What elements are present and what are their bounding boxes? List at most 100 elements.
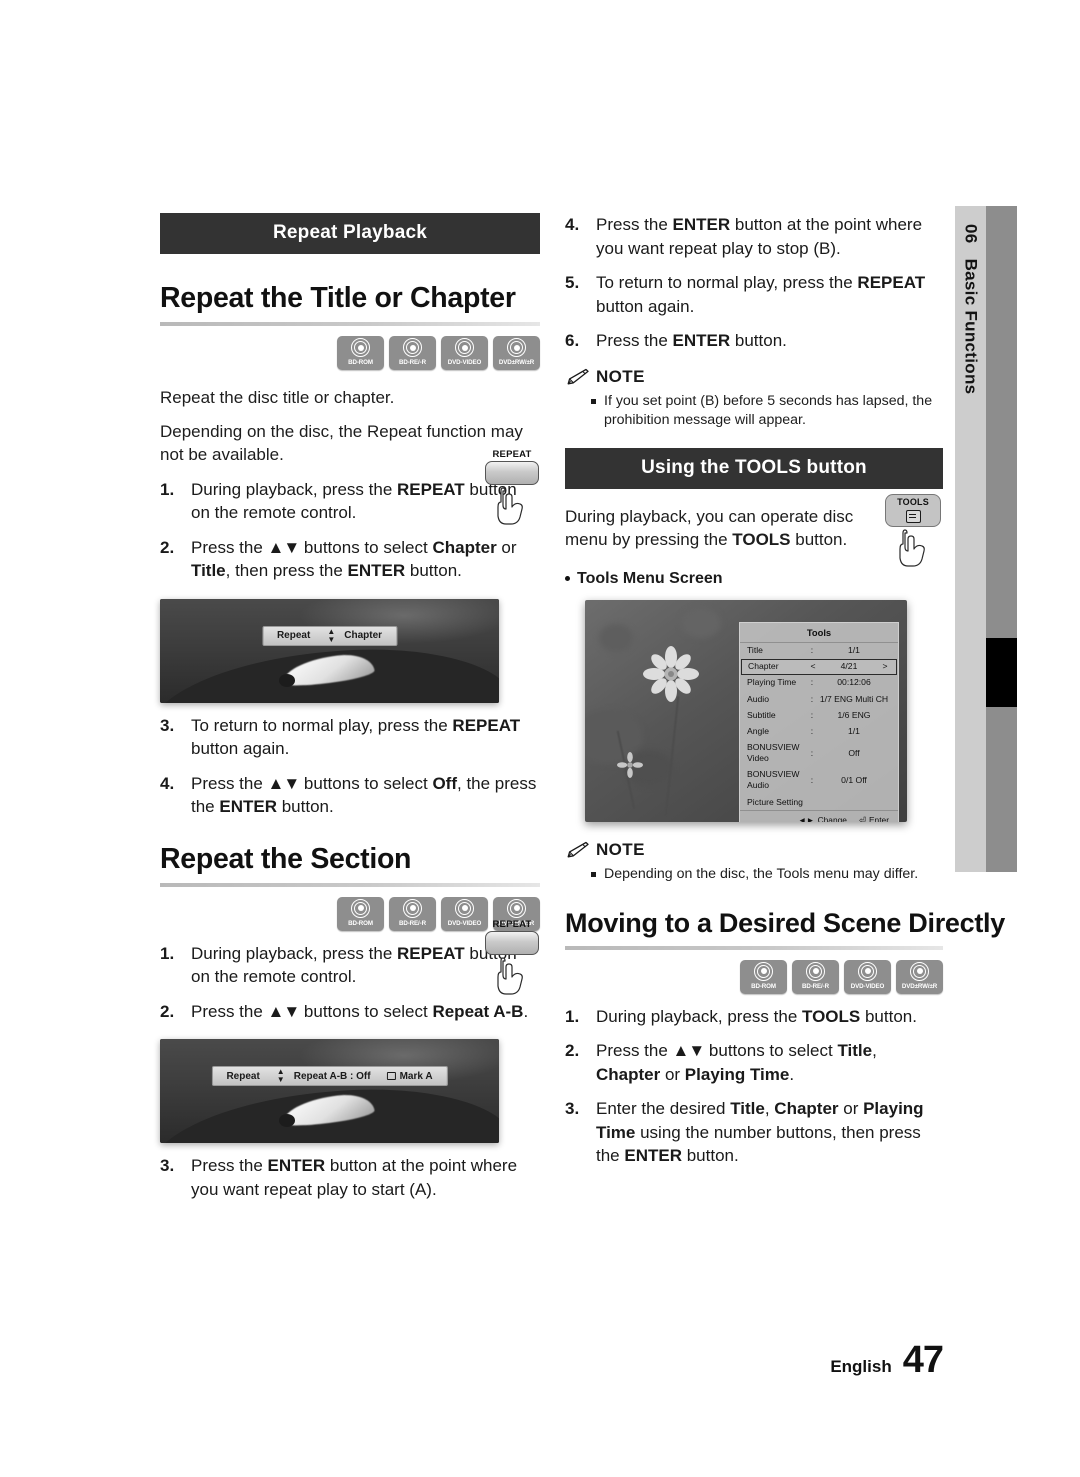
tools-menu-screen-label-row: Tools Menu Screen [565,570,943,588]
plain-text: buttons to select [299,537,433,557]
emphasis-text: ENTER [624,1146,682,1165]
numbered-step: 1. During playback, press the TOOLS butto… [565,1005,943,1029]
tools-menu-row-value: Off [848,747,860,758]
emphasis-text: ENTER [267,1156,326,1175]
tools-menu-row[interactable]: Picture Setting [740,794,898,810]
disc-format-label: BD-RE/-R [398,359,427,366]
emphasis-text: Title [191,561,226,580]
side-tab-dark-band [986,206,1017,872]
numbered-step: 3. Enter the desired Title, Chapter or Pl… [565,1097,943,1168]
disc-format-label: BD-RE/-R [398,919,427,927]
emphasis-text: TOOLS [732,530,791,549]
tools-menu-row-key: Angle [747,726,769,737]
tools-menu-row[interactable]: Title: 1/1 [740,643,898,659]
tools-menu-row-value: 1/1 [848,645,860,656]
numbered-step: 3. To return to normal play, press the RE… [160,714,540,761]
tools-menu-row-separator: : [810,774,814,785]
tools-menu-row-key: Playing Time [747,677,797,688]
tools-menu-row-next-arrow[interactable]: > [880,661,890,672]
tools-menu-row-key: BONUSVIEW Video [747,742,800,764]
plain-text: . [789,1064,795,1084]
emphasis-text: REPEAT [857,273,926,292]
disc-format-icon: BD-ROM [337,896,384,931]
disc-glyph-icon [754,961,773,981]
tools-menu-row-key: Audio [747,693,769,704]
emphasis-text: Title [730,1099,765,1118]
numbered-step: 3. Press the ENTER button at the point wh… [160,1154,540,1201]
tools-intro-paragraph: During playback, you can operate disc me… [565,505,855,552]
footer-page-number: 47 [902,1339,944,1381]
disc-format-icon: BD-ROM [740,959,787,994]
emphasis-text: ENTER [219,797,277,816]
emphasis-text: Title [837,1041,873,1060]
step-text: Press the ▲▼ buttons to select Chapter o… [191,536,540,583]
disc-format-icon: BD-RE/-R [389,336,436,370]
plain-text: button. [681,1146,739,1165]
plain-text: , then press the [225,561,348,580]
tools-menu-row-separator: : [810,677,814,688]
numbered-step: 2. Press the ▲▼ buttons to select Repeat … [160,1000,540,1024]
pencil-icon-2 [567,841,589,858]
tools-menu-row-key: Chapter [748,661,779,672]
plain-text: ▲▼ [267,773,301,793]
tools-menu-row-separator: : [810,747,814,758]
step-number: 4. [160,773,175,793]
step-number: 1. [565,1006,580,1026]
plain-text: ▲▼ [267,537,301,557]
emphasis-text: ENTER [672,215,731,234]
tools-menu-enter-hint: ⏎ Enter [859,815,889,822]
plain-text: button. [860,1006,917,1026]
plain-text: Press the [191,537,268,557]
enter-key-icon [386,1072,396,1080]
heading-rule-3 [565,945,943,950]
numbered-step: 2. Press the ▲▼ buttons to select Chapter… [160,536,540,583]
pointing-hand-icon-2 [497,957,523,995]
plain-text: button. [730,331,787,350]
disc-format-label: DVD±RW/±R [498,359,535,366]
screen-capture-repeat-ab: Repeat ▲ ▼ Repeat A-B : Off Mark A [160,1039,540,1143]
tools-menu-row[interactable]: BONUSVIEW Video: Off [740,740,898,767]
tools-menu-row[interactable]: Audio:1/7 ENG Multi CH [740,691,898,707]
disc-format-icon: DVD-VIDEO [844,959,891,994]
steps-group-bottom: 1. During playback, press the TOOLS butto… [565,1005,943,1168]
bullet-dot-icon [565,576,570,581]
tools-menu-row-separator: : [810,709,814,720]
osd-label-1: Repeat [276,630,311,641]
plain-text: Press the [191,1156,268,1175]
osd-value-2: Repeat A-B : Off [293,1070,371,1082]
tools-menu-row-key: BONUSVIEW Audio [747,769,800,791]
emphasis-text: Repeat A-B [432,1001,524,1021]
tools-menu-row[interactable]: Playing Time: 00:12:06 [740,675,898,691]
emphasis-text: Off [432,773,457,793]
tools-menu-row[interactable]: BONUSVIEW Audio: 0/1 Off [740,767,898,794]
disc-format-label: DVD-VIDEO [447,919,482,927]
screen-capture-repeat-chapter: Repeat ▲ ▼ Chapter [160,598,540,703]
tools-menu-row-selected[interactable]: Chapter <4/21 > [741,658,897,675]
step-number: 2. [565,1041,580,1060]
plain-text: button. [276,797,334,816]
tools-menu-row[interactable]: Subtitle: 1/6 ENG [740,707,898,723]
heading-repeat-the-section: Repeat the Section [160,842,412,875]
section-bar-repeat-playback: Repeat Playback [160,213,540,254]
disc-format-label: DVD-VIDEO [447,359,482,366]
step-number: 3. [160,1156,175,1175]
side-tab-text: 06 Basic Functions [955,206,986,872]
tools-menu-row[interactable]: Angle: 1/1 [740,723,898,739]
step-number: 2. [160,537,175,557]
disc-glyph-icon [455,898,474,918]
plain-text: Press the [596,1041,673,1060]
disc-format-icon: BD-RE/-R [389,896,436,931]
numbered-step: 5. To return to normal play, press the RE… [565,271,943,318]
disc-glyph-icon [507,338,526,357]
tools-menu-row-value: 00:12:06 [837,677,871,688]
emphasis-text: Chapter [774,1099,839,1118]
step-text: During playback, press the TOOLS button. [596,1005,943,1029]
step-text: Press the ▲▼ buttons to select Repeat A-… [191,1000,540,1024]
tools-menu-screen-label: Tools Menu Screen [577,569,723,587]
emphasis-text: TOOLS [802,1006,861,1026]
emphasis-text: Chapter [596,1064,661,1084]
emphasis-text: REPEAT [452,715,521,735]
step-number: 3. [565,1099,580,1118]
note-block-1: NOTE If you set point (B) before 5 secon… [565,367,943,430]
disc-format-icon: BD-RE/-R [792,959,839,994]
